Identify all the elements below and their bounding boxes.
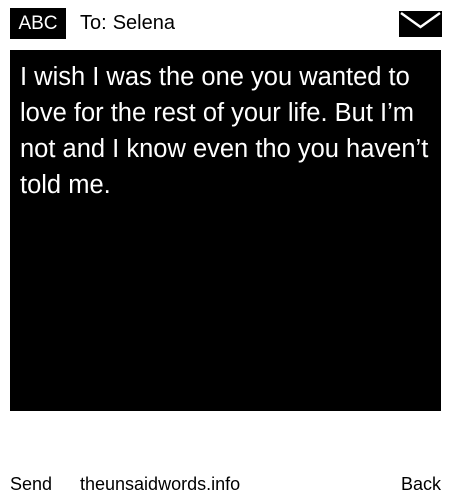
- recipient-prefix: To:: [80, 12, 107, 34]
- message-body-field[interactable]: I wish I was the one you wanted to love …: [10, 50, 441, 411]
- recipient-name: Selena: [112, 12, 175, 34]
- recipient-field[interactable]: To: Selena: [80, 8, 175, 39]
- envelope-icon: [399, 11, 442, 37]
- input-mode-badge[interactable]: ABC: [10, 8, 66, 39]
- site-label: theunsaidwords.info: [80, 474, 241, 494]
- send-button[interactable]: Send: [10, 470, 52, 498]
- softkey-bar: Send theunsaidwords.info Back: [0, 470, 450, 498]
- back-button[interactable]: Back: [401, 470, 441, 498]
- message-header: ABC To: Selena: [0, 0, 450, 46]
- message-text: I wish I was the one you wanted to love …: [20, 63, 429, 199]
